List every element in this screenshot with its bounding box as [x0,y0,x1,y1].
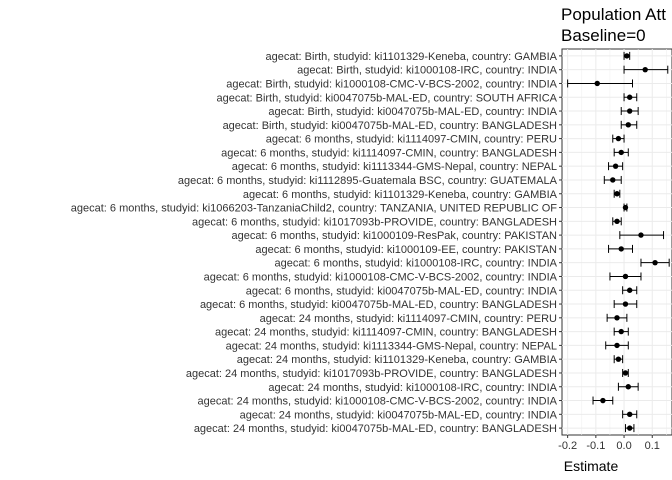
x-tick-label: -0.1 [586,440,605,452]
y-tick-label: agecat: 24 months, studyid: ki1114097-CM… [260,313,557,325]
y-tick-label: agecat: 6 months, studyid: ki1000109-EE,… [255,244,557,256]
y-tick-label: agecat: 6 months, studyid: ki1066203-Tan… [71,203,558,215]
estimate-point [626,287,633,293]
estimate-point [624,53,630,59]
y-tick-label: agecat: 6 months, studyid: ki1113344-GMS… [232,161,557,173]
x-tick-label: -0.2 [558,440,577,452]
y-tick-label: agecat: 6 months, studyid: ki1114097-CMI… [221,147,557,159]
y-tick-label: agecat: 6 months, studyid: ki1000108-CMC… [204,271,558,283]
estimate-point [625,384,631,390]
estimate-point [618,328,624,335]
estimate-point [652,259,658,266]
y-tick-label: agecat: 6 months, studyid: ki1112895-Gua… [178,175,558,187]
estimate-point [614,315,620,321]
estimate-point [600,397,606,404]
estimate-point [626,425,633,431]
y-tick-label: agecat: 6 months, studyid: ki0047075b-MA… [200,299,557,311]
estimate-point [622,370,629,376]
chart-title-line-2: Baseline=0 [561,26,646,45]
y-tick-label: agecat: 24 months, studyid: ki1000108-IR… [268,382,557,394]
y-tick-label: agecat: 6 months, studyid: ki1000108-IRC… [275,258,558,270]
y-tick-label: agecat: 6 months, studyid: ki1114097-CMI… [266,134,557,146]
estimate-point [610,177,616,183]
y-tick-label: agecat: 24 months, studyid: ki1017093b-P… [186,368,557,380]
y-axis-labels: agecat: Birth, studyid: ki1101329-Keneba… [71,51,562,435]
estimate-point [614,191,620,197]
x-tick-label: 0.0 [616,440,631,452]
estimate-point [594,80,600,87]
y-tick-label: agecat: 6 months, studyid: ki1101329-Ken… [243,189,558,201]
estimate-point [622,301,629,307]
y-tick-label: agecat: Birth, studyid: ki0047075b-MAL-E… [223,120,557,132]
estimate-point [615,135,622,142]
estimate-point [625,122,631,128]
y-tick-label: agecat: 24 months, studyid: ki1113344-GM… [226,340,557,352]
y-tick-label: agecat: 24 months, studyid: ki1101329-Ke… [237,354,558,366]
estimate-point [618,246,624,252]
estimate-point [615,356,622,362]
estimate-point [638,232,644,238]
panel-background [561,48,672,436]
estimate-point [614,218,620,225]
estimate-point [618,149,624,156]
estimate-point [642,66,648,73]
estimate-point [614,342,620,349]
y-tick-label: agecat: Birth, studyid: ki1000108-IRC, c… [297,65,558,77]
y-tick-label: agecat: 24 months, studyid: ki1000108-CM… [197,396,557,408]
y-tick-label: agecat: 24 months, studyid: ki0047075b-M… [240,409,558,421]
y-tick-label: agecat: Birth, studyid: ki1000108-CMC-V-… [226,78,557,90]
y-tick-label: agecat: 6 months, studyid: ki1017093b-PR… [192,216,557,228]
y-tick-label: agecat: Birth, studyid: ki1101329-Keneba… [266,51,558,63]
y-tick-label: agecat: 24 months, studyid: ki0047075b-M… [194,423,557,435]
estimate-point [626,411,633,418]
estimate-point [612,163,619,169]
y-tick-label: agecat: 6 months, studyid: ki0047075b-MA… [246,285,558,297]
x-tick-label: 0.1 [645,440,660,452]
x-axis: -0.2 -0.1 0.0 0.1 [558,435,660,452]
estimate-point [626,94,633,100]
y-tick-label: agecat: 6 months, studyid: ki1000109-Res… [232,230,558,242]
estimate-point [626,108,633,114]
x-axis-title: Estimate [564,458,619,474]
estimate-point [622,204,629,211]
estimate-point [622,273,629,280]
y-tick-label: agecat: 24 months, studyid: ki1114097-CM… [215,327,557,339]
chart-title-line-1: Population Att [561,5,666,24]
forest-plot: agecat: Birth, studyid: ki1101329-Keneba… [71,48,672,474]
y-tick-label: agecat: Birth, studyid: ki0047075b-MAL-E… [268,106,557,118]
y-tick-label: agecat: Birth, studyid: ki0047075b-MAL-E… [216,92,557,104]
